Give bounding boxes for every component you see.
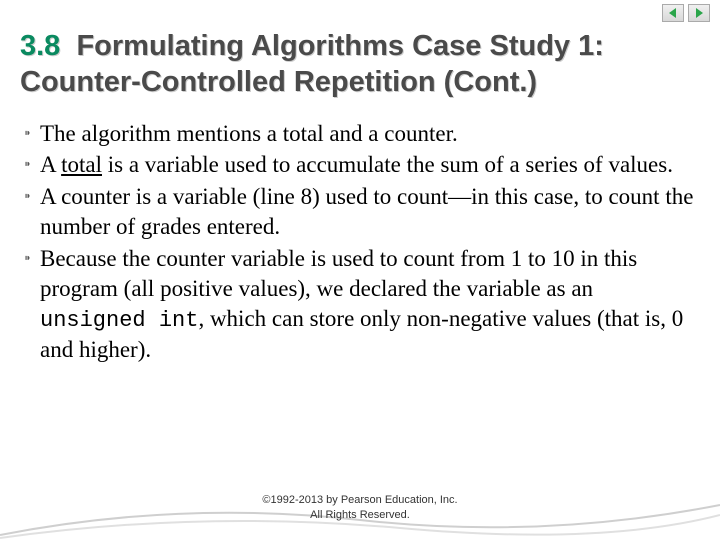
list-item: ⁍ The algorithm mentions a total and a c… [24, 119, 696, 149]
bullet-icon: ⁍ [24, 150, 40, 173]
footer: ©1992-2013 by Pearson Education, Inc. Al… [0, 493, 720, 522]
bullet-icon: ⁍ [24, 244, 40, 267]
code-term: unsigned int [40, 308, 198, 333]
bullet-text: The algorithm mentions a total and a cou… [40, 119, 696, 149]
copyright-line2: All Rights Reserved. [0, 508, 720, 522]
bullet-icon: ⁍ [24, 119, 40, 142]
prev-button[interactable] [662, 4, 684, 22]
nav-buttons [662, 4, 710, 22]
copyright-line1: ©1992-2013 by Pearson Education, Inc. [262, 494, 457, 506]
list-item: ⁍ A counter is a variable (line 8) used … [24, 182, 696, 242]
bullet-text: A total is a variable used to accumulate… [40, 150, 696, 180]
triangle-right-icon [693, 7, 705, 19]
section-number: 3.8 [20, 30, 60, 62]
section-text: Formulating Algorithms Case Study 1: Cou… [20, 30, 604, 98]
bullet-text: A counter is a variable (line 8) used to… [40, 182, 696, 242]
list-item: ⁍ Because the counter variable is used t… [24, 244, 696, 365]
triangle-left-icon [667, 7, 679, 19]
bullet-icon: ⁍ [24, 182, 40, 205]
text-fragment: A [40, 152, 61, 177]
slide-title: 3.8 Formulating Algorithms Case Study 1:… [0, 0, 720, 111]
text-fragment: is a variable used to accumulate the sum… [102, 152, 673, 177]
bullet-text: Because the counter variable is used to … [40, 244, 696, 365]
list-item: ⁍ A total is a variable used to accumula… [24, 150, 696, 180]
slide-content: ⁍ The algorithm mentions a total and a c… [0, 111, 720, 366]
text-fragment: Because the counter variable is used to … [40, 246, 637, 301]
next-button[interactable] [688, 4, 710, 22]
underlined-term: total [61, 152, 102, 177]
